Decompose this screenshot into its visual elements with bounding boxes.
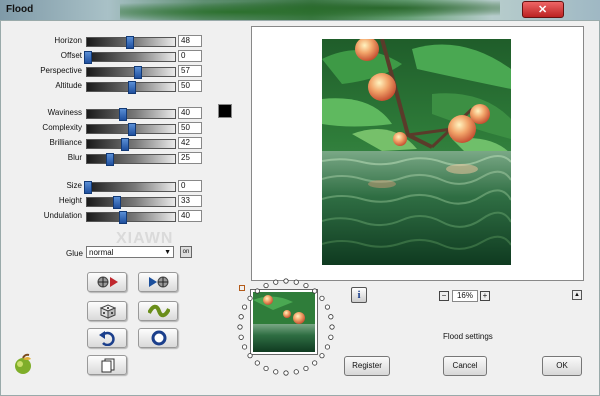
wave-icon xyxy=(148,304,170,318)
expand-button[interactable]: ▲ xyxy=(572,290,582,300)
close-icon: ✕ xyxy=(538,4,548,16)
preview-image xyxy=(322,39,511,265)
param-label: Offset xyxy=(60,51,82,60)
copy-icon xyxy=(101,358,115,373)
param-slider-altitude[interactable] xyxy=(86,81,176,94)
slider-thumb[interactable] xyxy=(128,81,136,94)
zoom-in-button[interactable]: + xyxy=(480,291,490,301)
close-button[interactable]: ✕ xyxy=(522,1,564,18)
save-preset-button[interactable] xyxy=(138,272,178,292)
param-label: Waviness xyxy=(47,108,82,117)
param-value-field[interactable]: 42 xyxy=(178,137,202,149)
slider-thumb[interactable] xyxy=(84,181,92,194)
status-label: Flood settings xyxy=(443,332,493,341)
slider-thumb[interactable] xyxy=(106,153,114,166)
param-value-field[interactable]: 40 xyxy=(178,107,202,119)
slider-thumb[interactable] xyxy=(119,108,128,121)
color-swatch[interactable] xyxy=(218,104,232,118)
navigator-thumbnail[interactable] xyxy=(251,290,317,354)
glue-label: Glue xyxy=(66,249,83,258)
info-button[interactable]: i xyxy=(351,287,367,303)
param-label: Size xyxy=(66,181,82,190)
title-bar: Flood ✕ xyxy=(0,0,600,20)
param-label: Blur xyxy=(67,153,82,162)
param-label: Horizon xyxy=(54,36,82,45)
app-logo xyxy=(12,353,34,375)
param-row-brilliance: Brilliance 42 xyxy=(0,137,202,151)
randomize-button[interactable] xyxy=(87,301,127,321)
slider-thumb[interactable] xyxy=(113,196,122,209)
slider-thumb[interactable] xyxy=(120,138,129,151)
param-row-blur: Blur 25 xyxy=(0,152,202,166)
param-label: Brilliance xyxy=(49,138,82,147)
undo-button[interactable] xyxy=(87,328,127,348)
slider-thumb[interactable] xyxy=(134,66,143,79)
param-label: Height xyxy=(58,196,82,205)
param-value-field[interactable]: 48 xyxy=(178,35,202,47)
param-slider-perspective[interactable] xyxy=(86,66,176,79)
param-value-field[interactable]: 40 xyxy=(178,210,202,222)
ok-button[interactable]: OK xyxy=(542,356,582,376)
zoom-level: 16% xyxy=(452,290,478,302)
wave-button[interactable] xyxy=(138,301,178,321)
param-slider-blur[interactable] xyxy=(86,153,176,166)
param-row-undulation: Undulation 40 xyxy=(0,210,202,224)
param-row-perspective: Perspective 57 xyxy=(0,65,202,79)
param-row-complexity: Complexity 50 xyxy=(0,122,202,136)
param-slider-complexity[interactable] xyxy=(86,123,176,136)
undo-icon xyxy=(99,331,115,346)
param-slider-brilliance[interactable] xyxy=(86,138,176,151)
apple-logo-icon xyxy=(15,353,31,374)
cancel-button[interactable]: Cancel xyxy=(443,356,487,376)
param-label: Altitude xyxy=(55,81,82,90)
param-row-offset: Offset 0 xyxy=(0,50,202,64)
glue-select-value: normal xyxy=(89,248,114,257)
slider-thumb[interactable] xyxy=(119,211,128,224)
param-value-field[interactable]: 25 xyxy=(178,152,202,164)
param-slider-undulation[interactable] xyxy=(86,211,176,224)
chevron-down-icon: ▼ xyxy=(164,249,171,256)
window-title: Flood xyxy=(6,4,34,15)
param-slider-waviness[interactable] xyxy=(86,108,176,121)
reset-button[interactable] xyxy=(138,328,178,348)
param-value-field[interactable]: 57 xyxy=(178,65,202,77)
slider-thumb[interactable] xyxy=(128,123,136,136)
param-row-altitude: Altitude 50 xyxy=(0,80,202,94)
slider-thumb[interactable] xyxy=(126,36,135,49)
save-preset-icon xyxy=(149,276,169,288)
param-slider-height[interactable] xyxy=(86,196,176,209)
param-row-size: Size 0 xyxy=(0,180,202,194)
load-preset-button[interactable] xyxy=(87,272,127,292)
param-row-horizon: Horizon 48 xyxy=(0,35,202,49)
copy-button[interactable] xyxy=(87,355,127,375)
param-label: Perspective xyxy=(40,66,82,75)
param-row-height: Height 33 xyxy=(0,195,202,209)
param-row-waviness: Waviness 40 xyxy=(0,107,202,121)
slider-thumb[interactable] xyxy=(84,51,92,64)
param-value-field[interactable]: 33 xyxy=(178,195,202,207)
glue-toggle-button[interactable]: on xyxy=(180,246,192,258)
zoom-out-button[interactable]: − xyxy=(439,291,449,301)
param-value-field[interactable]: 50 xyxy=(178,122,202,134)
reset-circle-icon xyxy=(151,330,167,346)
param-label: Undulation xyxy=(43,211,82,220)
param-label: Complexity xyxy=(42,123,82,132)
param-value-field[interactable]: 0 xyxy=(178,50,202,62)
param-value-field[interactable]: 0 xyxy=(178,180,202,192)
dice-icon xyxy=(99,304,117,319)
param-value-field[interactable]: 50 xyxy=(178,80,202,92)
param-slider-size[interactable] xyxy=(84,181,176,194)
glue-select[interactable]: normal ▼ xyxy=(86,246,174,258)
load-preset-icon xyxy=(97,276,118,288)
register-button[interactable]: Register xyxy=(344,356,390,376)
navigator-corner-handle[interactable] xyxy=(239,285,245,291)
param-slider-offset[interactable] xyxy=(84,51,176,64)
title-bar-decoration xyxy=(120,0,500,20)
param-slider-horizon[interactable] xyxy=(86,36,176,49)
